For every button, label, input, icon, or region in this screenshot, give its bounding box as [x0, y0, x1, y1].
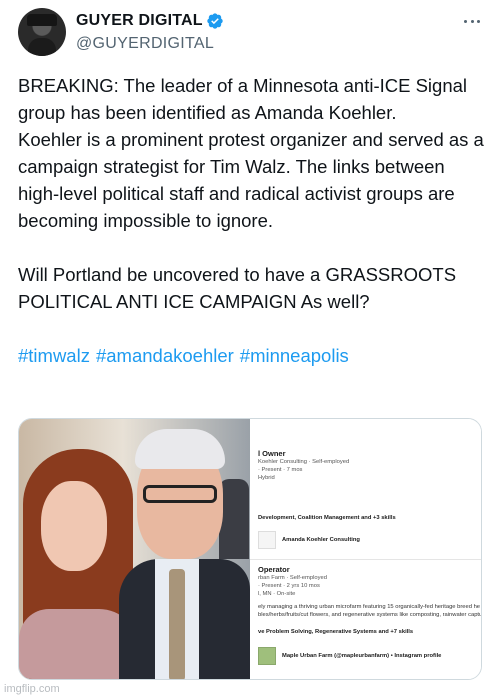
name-row: GUYER DIGITAL — [76, 12, 224, 30]
user-handle[interactable]: @GUYERDIGITAL — [76, 35, 214, 53]
skills-text: ve Problem Solving, Regenerative Systems… — [258, 629, 414, 635]
job-type: Hybrid — [258, 475, 275, 481]
company-link-label[interactable]: Maple Urban Farm (@mapleurbanfarm) • Ins… — [282, 653, 441, 659]
job-company: rban Farm · Self-employed — [258, 575, 327, 581]
job-company: Koehler Consulting · Self-employed — [258, 459, 350, 465]
hashtag-link[interactable]: #timwalz — [18, 345, 90, 366]
experience-entry-1: l Owner Koehler Consulting · Self-employ… — [258, 449, 480, 482]
company-link-label[interactable]: Amanda Koehler Consulting — [282, 537, 360, 543]
description-line: ely managing a thriving urban microfarm … — [258, 604, 481, 610]
experience-entry-2: Operator rban Farm · Self-employed · Pre… — [258, 565, 480, 598]
job-dates: · Present · 2 yrs 10 mos — [258, 583, 320, 589]
tweet-media[interactable]: l Owner Koehler Consulting · Self-employ… — [18, 418, 482, 680]
tweet-paragraph-1: BREAKING: The leader of a Minnesota anti… — [18, 75, 468, 123]
tweet-paragraph-2: Koehler is a prominent protest organizer… — [18, 129, 484, 231]
avatar[interactable] — [18, 8, 66, 56]
company-link-2[interactable]: Maple Urban Farm (@mapleurbanfarm) • Ins… — [258, 647, 480, 665]
tweet-paragraph-3: Will Portland be uncovered to have a GRA… — [18, 264, 457, 312]
job-location: l, MN · On-site — [258, 591, 296, 597]
job-dates: · Present · 7 mos — [258, 467, 303, 473]
hashtag-link[interactable]: #amandakoehler — [96, 345, 234, 366]
skills-line-2: ve Problem Solving, Regenerative Systems… — [258, 629, 480, 635]
job-description: ely managing a thriving urban microfarm … — [258, 603, 482, 619]
job-role: l Owner — [258, 449, 286, 458]
description-line: bles/herbs/fruits/cut flowers, and regen… — [258, 612, 482, 618]
skills-line-1: Development, Coalition Management and +3… — [258, 515, 480, 521]
company-logo-icon — [258, 531, 276, 549]
farm-logo-icon — [258, 647, 276, 665]
selfie-photo[interactable] — [19, 419, 250, 679]
hashtag-link[interactable]: #minneapolis — [240, 345, 349, 366]
job-role: Operator — [258, 565, 290, 574]
hashtag-row: #timwalz #amandakoehler #minneapolis — [18, 342, 488, 369]
more-options-icon[interactable] — [460, 14, 484, 28]
display-name[interactable]: GUYER DIGITAL — [76, 12, 203, 30]
imgflip-watermark: imgflip.com — [4, 683, 60, 695]
company-link-1[interactable]: Amanda Koehler Consulting — [258, 531, 480, 549]
skills-text: Development, Coalition Management and +3… — [258, 515, 396, 521]
tweet-text: BREAKING: The leader of a Minnesota anti… — [18, 72, 488, 369]
profile-screenshot[interactable]: l Owner Koehler Consulting · Self-employ… — [250, 419, 482, 679]
verified-badge-icon — [207, 13, 223, 29]
tweet-header: GUYER DIGITAL @GUYERDIGITAL — [18, 8, 484, 58]
